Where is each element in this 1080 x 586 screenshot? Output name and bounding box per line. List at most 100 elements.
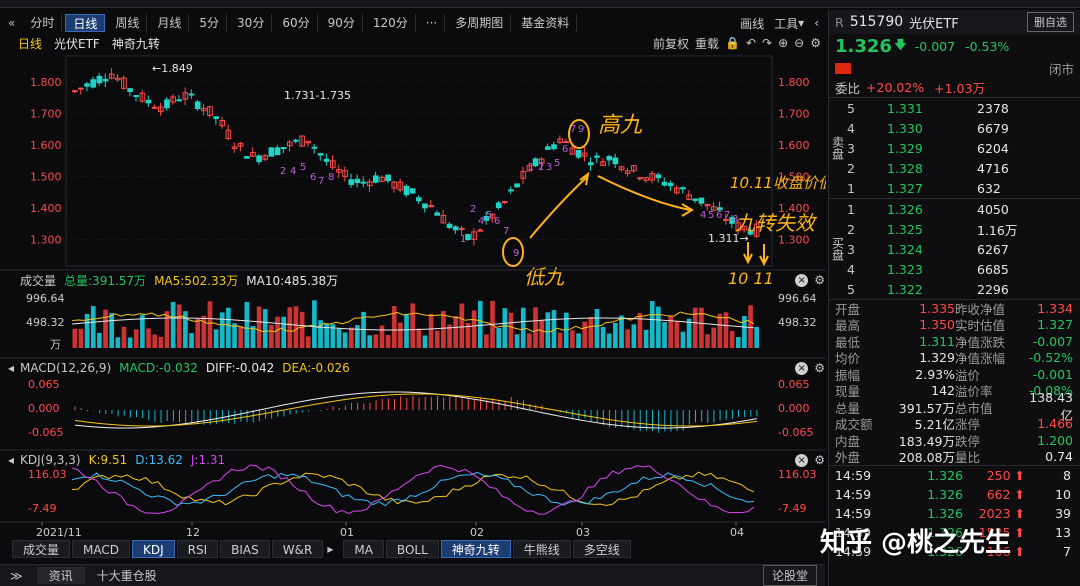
undo-icon[interactable]: ↶	[746, 36, 756, 50]
collapse-left-button[interactable]: «	[0, 16, 23, 30]
zoom-out-icon[interactable]: ⊖	[794, 36, 804, 50]
sell-book-row[interactable]: 4 1.330 6679	[847, 118, 1080, 138]
tab-nine-turn[interactable]: 神奇九转	[440, 540, 511, 558]
stat-row: 内盘 183.49万 跌停 1.200	[829, 432, 1080, 449]
kdj-y-labels: 116.03 116.03 -7.49 -7.49	[28, 468, 817, 515]
redo-icon[interactable]: ↷	[762, 36, 772, 50]
volume-bar	[649, 301, 655, 348]
period-90min[interactable]: 90分	[321, 14, 363, 32]
tab-news[interactable]: 资讯	[36, 567, 85, 584]
buy-book-row[interactable]: 4 1.323 6685	[847, 259, 1080, 279]
gao9-handwritten: 高九	[598, 113, 643, 138]
chart-period-label: 日线	[18, 36, 43, 51]
expand-icon[interactable]: ≫	[10, 569, 23, 583]
buy-book-row[interactable]: 5 1.322 2296	[847, 279, 1080, 299]
tab-macd[interactable]: MACD	[72, 540, 130, 558]
stat-value: 1.311	[919, 333, 955, 349]
lock-icon[interactable]: 🔒	[725, 36, 740, 50]
volume-bar	[754, 326, 759, 348]
buy-book-row[interactable]: 2 1.325 1.16万	[847, 219, 1080, 239]
tab-wr[interactable]: W&R	[271, 540, 324, 558]
tab-ma[interactable]: MA	[343, 540, 384, 558]
period-120min[interactable]: 120分	[366, 14, 416, 32]
tools-button[interactable]: 工具	[774, 15, 798, 32]
note-close-below-9: 10.11收盘价低于9	[730, 174, 826, 192]
macd-value: MACD:-0.032	[119, 361, 198, 375]
nine-turn-digit: 5	[554, 158, 560, 169]
draw-line-button[interactable]: 画线	[740, 15, 764, 32]
buy-book-row[interactable]: 3 1.324 6267	[847, 239, 1080, 259]
close-macd-icon[interactable]: ×	[795, 361, 809, 375]
volume-bar	[262, 309, 268, 348]
volume-bar	[373, 334, 379, 348]
quote-title-row: R 515790 光伏ETF 删自选	[829, 10, 1080, 34]
sell-book-level: 1	[847, 180, 855, 196]
period-5min[interactable]: 5分	[192, 14, 228, 32]
macd-collapse-icon[interactable]: ◂	[8, 361, 14, 375]
nine-turn-digit: 5	[708, 210, 714, 221]
range-price-label: 1.731-1.735	[284, 89, 351, 102]
nine-turn-digit: 7	[503, 226, 509, 237]
sell-book-volume: 4716	[977, 160, 1009, 176]
tab-bias[interactable]: BIAS	[220, 540, 270, 558]
zoom-in-icon[interactable]: ⊕	[778, 36, 788, 50]
sell-book-row[interactable]: 3 1.329 6204	[847, 138, 1080, 158]
tab-rsi[interactable]: RSI	[176, 540, 219, 558]
tab-top10-holdings[interactable]: 十大重仓股	[89, 567, 165, 584]
close-volume-icon[interactable]: ×	[795, 273, 809, 287]
macd-y-tick-right: -0.065	[778, 426, 813, 439]
period-more-button[interactable]: ···	[419, 14, 446, 32]
kdj-collapse-icon[interactable]: ◂	[8, 453, 14, 467]
indicator-more-arrow[interactable]: ▸	[327, 542, 333, 556]
remove-watchlist-button[interactable]: 删自选	[1027, 12, 1074, 32]
adjust-mode-button[interactable]: 前复权	[653, 35, 689, 52]
period-weekly[interactable]: 周线	[108, 14, 148, 32]
volume-bar	[189, 333, 194, 348]
volume-bar	[219, 312, 225, 348]
nine-turn-digit: 1	[460, 234, 466, 245]
volume-bar	[348, 327, 354, 348]
buy-book-row[interactable]: 1 1.326 4050	[847, 199, 1080, 219]
forum-button[interactable]: 论股堂	[762, 565, 817, 586]
period-daily[interactable]: 日线	[65, 14, 106, 32]
macd-settings-icon[interactable]: ⚙	[814, 361, 825, 375]
tab-kdj[interactable]: KDJ	[132, 540, 175, 558]
volume-bar	[293, 306, 299, 348]
fund-info-button[interactable]: 基金资料	[514, 14, 578, 32]
volume-bar	[428, 313, 434, 348]
sell-book-row[interactable]: 2 1.328 4716	[847, 158, 1080, 178]
candle-body	[90, 79, 97, 88]
chart-indicator-name: 神奇九转	[111, 36, 160, 51]
candle-body	[452, 226, 459, 231]
period-30min[interactable]: 30分	[230, 14, 273, 32]
tab-boll[interactable]: BOLL	[385, 540, 439, 558]
buy-book-price: 1.323	[887, 261, 923, 277]
tab-bull-bear[interactable]: 牛熊线	[512, 540, 571, 558]
macd-dea-line	[75, 393, 757, 427]
volume-bar	[121, 326, 127, 348]
nine-turn-digit: 6	[494, 216, 500, 227]
volume-bar	[643, 329, 649, 348]
close-kdj-icon[interactable]: ×	[795, 453, 809, 467]
candle-body	[403, 185, 410, 196]
volume-bar	[441, 310, 446, 348]
period-monthly[interactable]: 月线	[150, 14, 190, 32]
sell-book-row[interactable]: 5 1.331 2378	[847, 98, 1080, 118]
chevron-left-icon[interactable]: ‹	[814, 16, 819, 30]
volume-settings-icon[interactable]: ⚙	[814, 273, 825, 287]
reload-button[interactable]: 重载	[695, 35, 719, 52]
period-intraday[interactable]: 分时	[23, 14, 63, 32]
macd-bars	[74, 395, 758, 433]
tab-long-short[interactable]: 多空线	[572, 540, 631, 558]
tab-volume[interactable]: 成交量	[12, 540, 71, 558]
candle-body	[194, 101, 201, 110]
volume-bar	[133, 329, 139, 348]
period-60min[interactable]: 60分	[275, 14, 318, 32]
multi-period-button[interactable]: 多周期图	[448, 14, 512, 32]
kdj-settings-icon[interactable]: ⚙	[814, 453, 825, 467]
candle-body	[588, 162, 594, 166]
sell-book-row[interactable]: 1 1.327 632	[847, 178, 1080, 198]
settings-gear-icon[interactable]: ⚙	[810, 36, 821, 50]
china-flag-icon	[835, 62, 851, 74]
chevron-down-icon[interactable]: ▾	[798, 16, 804, 30]
